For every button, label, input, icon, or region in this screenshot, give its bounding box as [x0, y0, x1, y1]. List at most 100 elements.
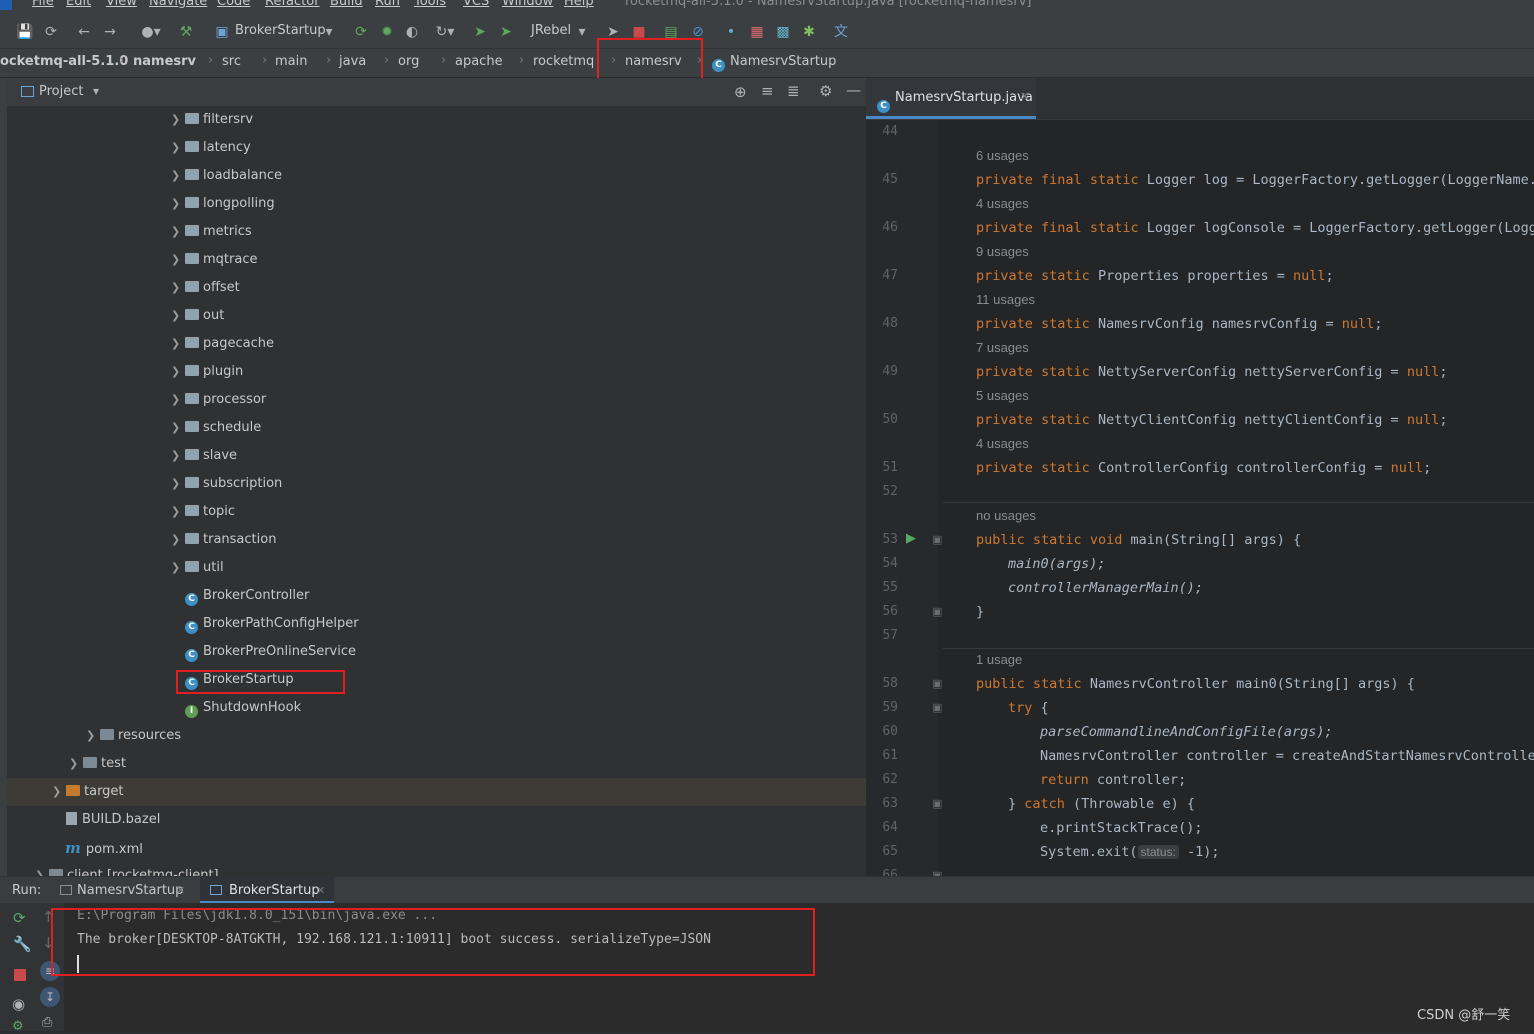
run-tab-namesrvstartup[interactable]: NamesrvStartup ✕ [54, 877, 194, 904]
chevron-right-icon[interactable]: ❯ [86, 722, 100, 750]
tree-folder-transaction[interactable]: ❯ transaction [171, 526, 276, 554]
menu-window[interactable]: Window [502, 0, 553, 9]
menu-navigate[interactable]: Navigate [149, 0, 207, 9]
sync-icon[interactable]: ⟳ [42, 23, 60, 41]
usages-hint[interactable]: 7 usages [976, 340, 1029, 355]
chevron-down-icon[interactable]: ▾ [93, 84, 99, 98]
menu-build[interactable]: Build [330, 0, 363, 9]
chevron-right-icon[interactable]: ❯ [171, 414, 185, 442]
breadcrumb-rocketmq[interactable]: rocketmq [533, 54, 594, 69]
fold-icon[interactable]: ▣ [932, 797, 942, 810]
close-icon[interactable]: ✕ [316, 884, 325, 897]
chevron-right-icon[interactable]: ❯ [171, 190, 185, 218]
fold-icon[interactable]: ▣ [932, 533, 942, 546]
camera-icon[interactable]: ◉ [12, 995, 25, 1013]
save-icon[interactable]: 💾 [16, 23, 34, 41]
tree-class-brokerpreonlineservice[interactable]: C BrokerPreOnlineService [185, 638, 356, 666]
usages-hint[interactable]: 11 usages [976, 292, 1035, 307]
expand-all-icon[interactable]: ≡ [761, 82, 774, 100]
chevron-right-icon[interactable]: ❯ [171, 554, 185, 582]
breadcrumb-org[interactable]: org [398, 54, 419, 69]
tree-file-pom[interactable]: m pom.xml [65, 834, 143, 862]
tree-folder-out[interactable]: ❯ out [171, 302, 224, 330]
chevron-right-icon[interactable]: ❯ [171, 274, 185, 302]
code-line-64[interactable]: e.printStackTrace(); [1040, 820, 1203, 836]
coverage-icon[interactable]: ◐ [403, 23, 421, 41]
code-line-58[interactable]: public static NamesrvController main0(St… [976, 676, 1415, 692]
tree-folder-schedule[interactable]: ❯ schedule [171, 414, 261, 442]
build-hammer-icon[interactable]: ⚒ [177, 23, 195, 41]
menu-view[interactable]: View [106, 0, 137, 9]
collapse-all-icon[interactable]: ≣ [787, 82, 800, 100]
menu-refactor[interactable]: Refactor [265, 0, 320, 9]
breadcrumb-project[interactable]: ocketmq-all-5.1.0 [0, 54, 128, 69]
usages-hint[interactable]: 6 usages [976, 148, 1029, 163]
minimize-icon[interactable]: — [846, 81, 861, 99]
plugin-icon[interactable]: • [722, 23, 740, 41]
code-line-63[interactable]: } catch (Throwable e) { [1008, 796, 1195, 812]
fold-icon[interactable]: ▣ [932, 605, 942, 618]
menu-edit[interactable]: Edit [66, 0, 91, 9]
breadcrumb-src[interactable]: src [222, 54, 241, 69]
chevron-right-icon[interactable]: ❯ [171, 134, 185, 162]
code-line-49[interactable]: private static NettyServerConfig nettySe… [976, 364, 1447, 380]
menu-code[interactable]: Code [217, 0, 250, 9]
usages-hint[interactable]: 1 usage [976, 652, 1022, 667]
code-line-53[interactable]: public static void main(String[] args) { [976, 532, 1301, 548]
chevron-right-icon[interactable]: ❯ [171, 162, 185, 190]
chevron-right-icon[interactable]: ❯ [171, 246, 185, 274]
tree-folder-processor[interactable]: ❯ processor [171, 386, 266, 414]
jrebel-run-icon[interactable]: ➤ [471, 23, 489, 41]
menu-run[interactable]: Run [375, 0, 400, 9]
code-line-46[interactable]: private final static Logger logConsole =… [976, 220, 1534, 236]
close-icon[interactable]: ✕ [1020, 90, 1029, 103]
tree-folder-target[interactable]: ❯ target [52, 778, 124, 806]
wrench-icon[interactable]: 🔧 [13, 935, 32, 953]
code-line-45[interactable]: private final static Logger log = Logger… [976, 172, 1534, 188]
scroll-to-end-icon[interactable]: ↧ [40, 987, 60, 1007]
chevron-right-icon[interactable]: ❯ [171, 330, 185, 358]
chevron-right-icon[interactable]: ❯ [171, 526, 185, 554]
menu-tools[interactable]: Tools [414, 0, 446, 9]
tree-folder-filtersrv[interactable]: ❯ filtersrv [171, 106, 253, 134]
tree-folder-pagecache[interactable]: ❯ pagecache [171, 330, 274, 358]
tree-folder-resources[interactable]: ❯ resources [86, 722, 181, 750]
usages-hint[interactable]: 4 usages [976, 196, 1029, 211]
code-line-54[interactable]: main0(args); [1008, 556, 1106, 572]
run-gutter-icon[interactable]: ▶ [906, 531, 916, 546]
run-config-select[interactable]: BrokerStartup [235, 23, 326, 38]
usages-hint[interactable]: no usages [976, 508, 1036, 523]
back-icon[interactable]: ← [75, 23, 93, 41]
code-line-55[interactable]: controllerManagerMain(); [1008, 580, 1203, 596]
chevron-down-icon[interactable]: ▾ [320, 23, 338, 41]
usages-hint[interactable]: 5 usages [976, 388, 1029, 403]
run-tab-brokerstartup[interactable]: BrokerStartup ✕ [200, 877, 334, 904]
close-icon[interactable]: ✕ [176, 884, 185, 897]
tree-file-build-bazel[interactable]: BUILD.bazel [66, 806, 160, 834]
translate-icon[interactable]: 文 [832, 23, 850, 41]
tree-module-client[interactable]: ❯ client [rocketmq-client] [35, 862, 219, 876]
chevron-right-icon[interactable]: ❯ [171, 358, 185, 386]
chevron-right-icon[interactable]: ❯ [171, 386, 185, 414]
stop-icon[interactable] [14, 969, 26, 981]
chevron-right-icon[interactable]: ❯ [171, 470, 185, 498]
locate-icon[interactable]: ⊕ [734, 83, 747, 101]
code-line-62[interactable]: return controller; [1040, 772, 1186, 788]
project-view-title[interactable]: Project [39, 84, 83, 99]
jrebel-debug-icon[interactable]: ➤ [497, 23, 515, 41]
profile-icon[interactable]: ↻▾ [430, 23, 460, 41]
debug-icon[interactable]: ✹ [378, 23, 396, 41]
jrebel-label[interactable]: JRebel [531, 23, 571, 38]
chevron-right-icon[interactable]: ❯ [171, 442, 185, 470]
rerun-icon[interactable]: ⟳ [352, 23, 370, 41]
print-icon[interactable]: ⎙ [42, 1015, 52, 1030]
code-line-59[interactable]: try { [1008, 700, 1049, 716]
code-line-56[interactable]: } [976, 604, 984, 620]
breadcrumb-apache[interactable]: apache [455, 54, 503, 69]
tree-folder-metrics[interactable]: ❯ metrics [171, 218, 252, 246]
tree-folder-test[interactable]: ❯ test [69, 750, 126, 778]
tree-folder-subscription[interactable]: ❯ subscription [171, 470, 282, 498]
usages-hint[interactable]: 4 usages [976, 436, 1029, 451]
fold-icon[interactable]: ▣ [932, 701, 942, 714]
tree-folder-offset[interactable]: ❯ offset [171, 274, 240, 302]
